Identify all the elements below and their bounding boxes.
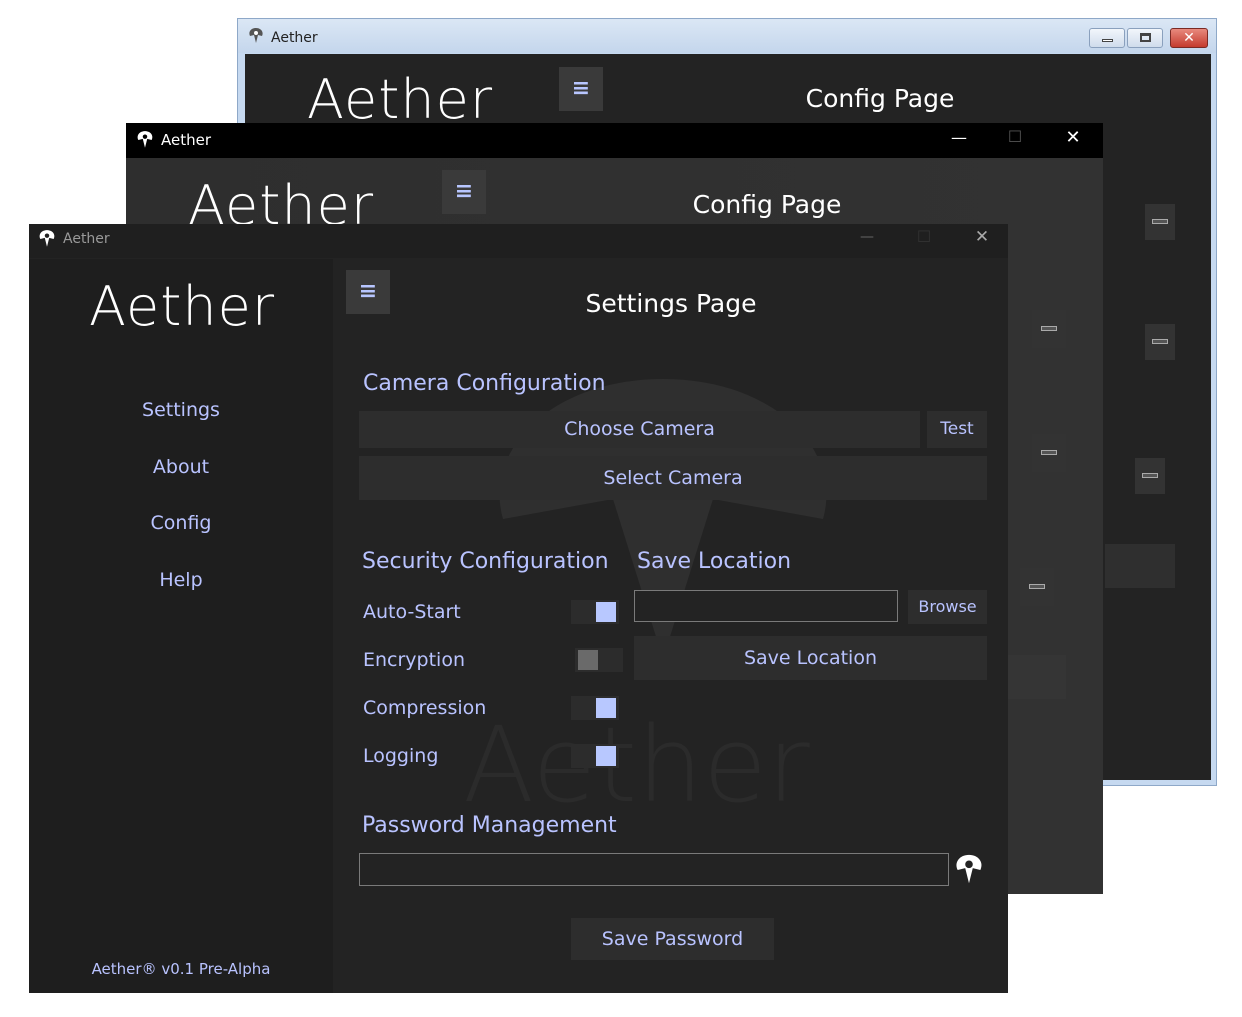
save-location-heading: Save Location bbox=[637, 549, 792, 574]
sidebar-logo: Aether bbox=[89, 275, 276, 338]
back-menu-button[interactable]: ≡ bbox=[559, 67, 603, 111]
security-config-heading: Security Configuration bbox=[362, 549, 609, 574]
select-camera-button[interactable]: Select Camera bbox=[359, 456, 987, 500]
toggle-knob bbox=[596, 746, 616, 766]
close-button[interactable]: ✕ bbox=[1056, 127, 1090, 148]
main-panel: Aether ≡ Settings Page Camera Configurat… bbox=[333, 259, 1008, 993]
save-password-button[interactable]: Save Password bbox=[571, 918, 774, 960]
logging-label: Logging bbox=[363, 745, 439, 767]
save-location-button[interactable]: Save Location bbox=[634, 636, 987, 680]
toggle-knob bbox=[578, 650, 598, 670]
minimize-button[interactable] bbox=[1089, 28, 1125, 48]
minus-icon bbox=[1041, 450, 1057, 455]
minimize-icon bbox=[1102, 39, 1113, 42]
test-camera-button[interactable]: Test bbox=[927, 411, 987, 448]
minus-icon bbox=[1029, 584, 1045, 589]
back-titlebar[interactable]: Aether ✕ bbox=[238, 19, 1216, 53]
minimize-button[interactable]: — bbox=[850, 229, 884, 245]
minimize-button[interactable]: — bbox=[942, 128, 976, 147]
auto-start-toggle[interactable] bbox=[571, 600, 619, 624]
back-row-button-3[interactable] bbox=[1135, 458, 1165, 494]
choose-camera-dropdown[interactable]: Choose Camera bbox=[359, 411, 920, 448]
middle-menu-button[interactable]: ≡ bbox=[442, 170, 486, 214]
save-location-input[interactable] bbox=[634, 590, 898, 622]
password-input[interactable] bbox=[359, 853, 949, 886]
watermark-text: Aether bbox=[463, 704, 810, 826]
sidebar-item-config[interactable]: Config bbox=[29, 512, 333, 534]
middle-row-button-3[interactable] bbox=[1032, 434, 1066, 472]
maximize-button[interactable] bbox=[1127, 28, 1163, 48]
camera-config-heading: Camera Configuration bbox=[363, 371, 606, 396]
menu-button[interactable]: ≡ bbox=[346, 270, 390, 314]
maximize-button[interactable]: ☐ bbox=[907, 227, 941, 246]
minus-icon bbox=[1142, 473, 1158, 478]
encryption-label: Encryption bbox=[363, 649, 466, 671]
toggle-knob bbox=[596, 698, 616, 718]
encryption-toggle[interactable] bbox=[575, 648, 623, 672]
front-window-title: Aether bbox=[63, 231, 110, 247]
front-window: Aether — ☐ ✕ Aether Settings About Confi… bbox=[29, 224, 1008, 993]
middle-page-title: Config Page bbox=[692, 190, 842, 219]
app-logo-icon bbox=[247, 27, 265, 45]
compression-toggle[interactable] bbox=[571, 696, 619, 720]
minus-icon bbox=[1152, 219, 1168, 224]
toggle-knob bbox=[596, 602, 616, 622]
page-title: Settings Page bbox=[585, 289, 757, 318]
minus-icon bbox=[1152, 339, 1168, 344]
version-footer: Aether® v0.1 Pre-Alpha bbox=[91, 960, 271, 978]
front-titlebar[interactable]: Aether — ☐ ✕ bbox=[29, 224, 1008, 258]
logging-toggle[interactable] bbox=[571, 744, 619, 768]
middle-row-bar bbox=[1006, 655, 1066, 699]
close-button[interactable]: ✕ bbox=[1170, 28, 1208, 48]
maximize-icon bbox=[1140, 33, 1151, 42]
close-icon: ✕ bbox=[1183, 30, 1195, 46]
app-logo-icon bbox=[135, 130, 155, 150]
back-page-title: Config Page bbox=[805, 84, 955, 113]
minus-icon bbox=[1041, 326, 1057, 331]
sidebar-item-about[interactable]: About bbox=[29, 456, 333, 478]
back-window-title: Aether bbox=[271, 30, 318, 46]
compression-label: Compression bbox=[363, 697, 487, 719]
close-button[interactable]: ✕ bbox=[965, 227, 999, 247]
middle-window-title: Aether bbox=[161, 131, 212, 149]
password-heading: Password Management bbox=[362, 813, 617, 838]
auto-start-label: Auto-Start bbox=[363, 601, 461, 623]
reveal-password-icon[interactable] bbox=[952, 853, 986, 887]
sidebar: Aether Settings About Config Help Aether… bbox=[29, 259, 333, 993]
back-row-button-2[interactable] bbox=[1145, 324, 1175, 360]
back-row-bar bbox=[1105, 544, 1175, 588]
browse-button[interactable]: Browse bbox=[908, 590, 987, 624]
maximize-button[interactable]: ☐ bbox=[998, 127, 1032, 146]
sidebar-item-settings[interactable]: Settings bbox=[29, 399, 333, 421]
middle-titlebar[interactable]: Aether — ☐ ✕ bbox=[126, 123, 1103, 158]
middle-row-button-4[interactable] bbox=[1020, 568, 1054, 606]
app-logo-icon bbox=[37, 229, 57, 249]
middle-row-button-2[interactable] bbox=[1032, 310, 1066, 348]
sidebar-item-help[interactable]: Help bbox=[29, 569, 333, 591]
back-row-button-1[interactable] bbox=[1145, 204, 1175, 240]
back-logo: Aether bbox=[307, 68, 494, 131]
